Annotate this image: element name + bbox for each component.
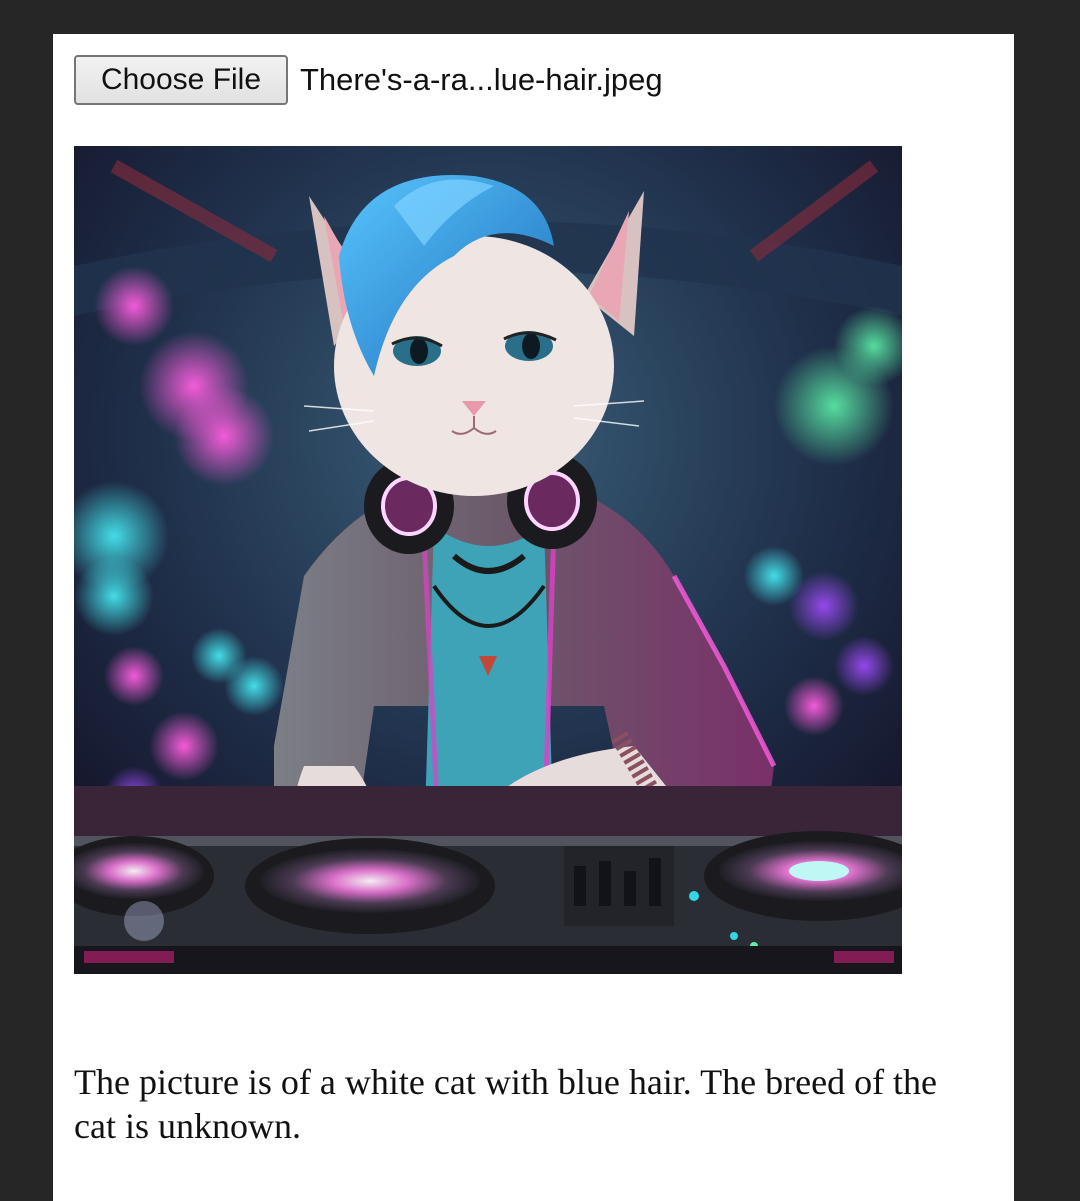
uploaded-image-preview [74, 146, 902, 974]
selected-file-name: There's-a-ra...lue-hair.jpeg [300, 62, 663, 97]
choose-file-button[interactable]: Choose File [74, 55, 288, 105]
cat-dj-image [74, 146, 902, 974]
result-text: The picture is of a white cat with blue … [74, 1062, 938, 1146]
content-panel: Choose File There's-a-ra...lue-hair.jpeg [53, 34, 1014, 1201]
file-input[interactable]: Choose File There's-a-ra...lue-hair.jpeg [74, 55, 663, 105]
